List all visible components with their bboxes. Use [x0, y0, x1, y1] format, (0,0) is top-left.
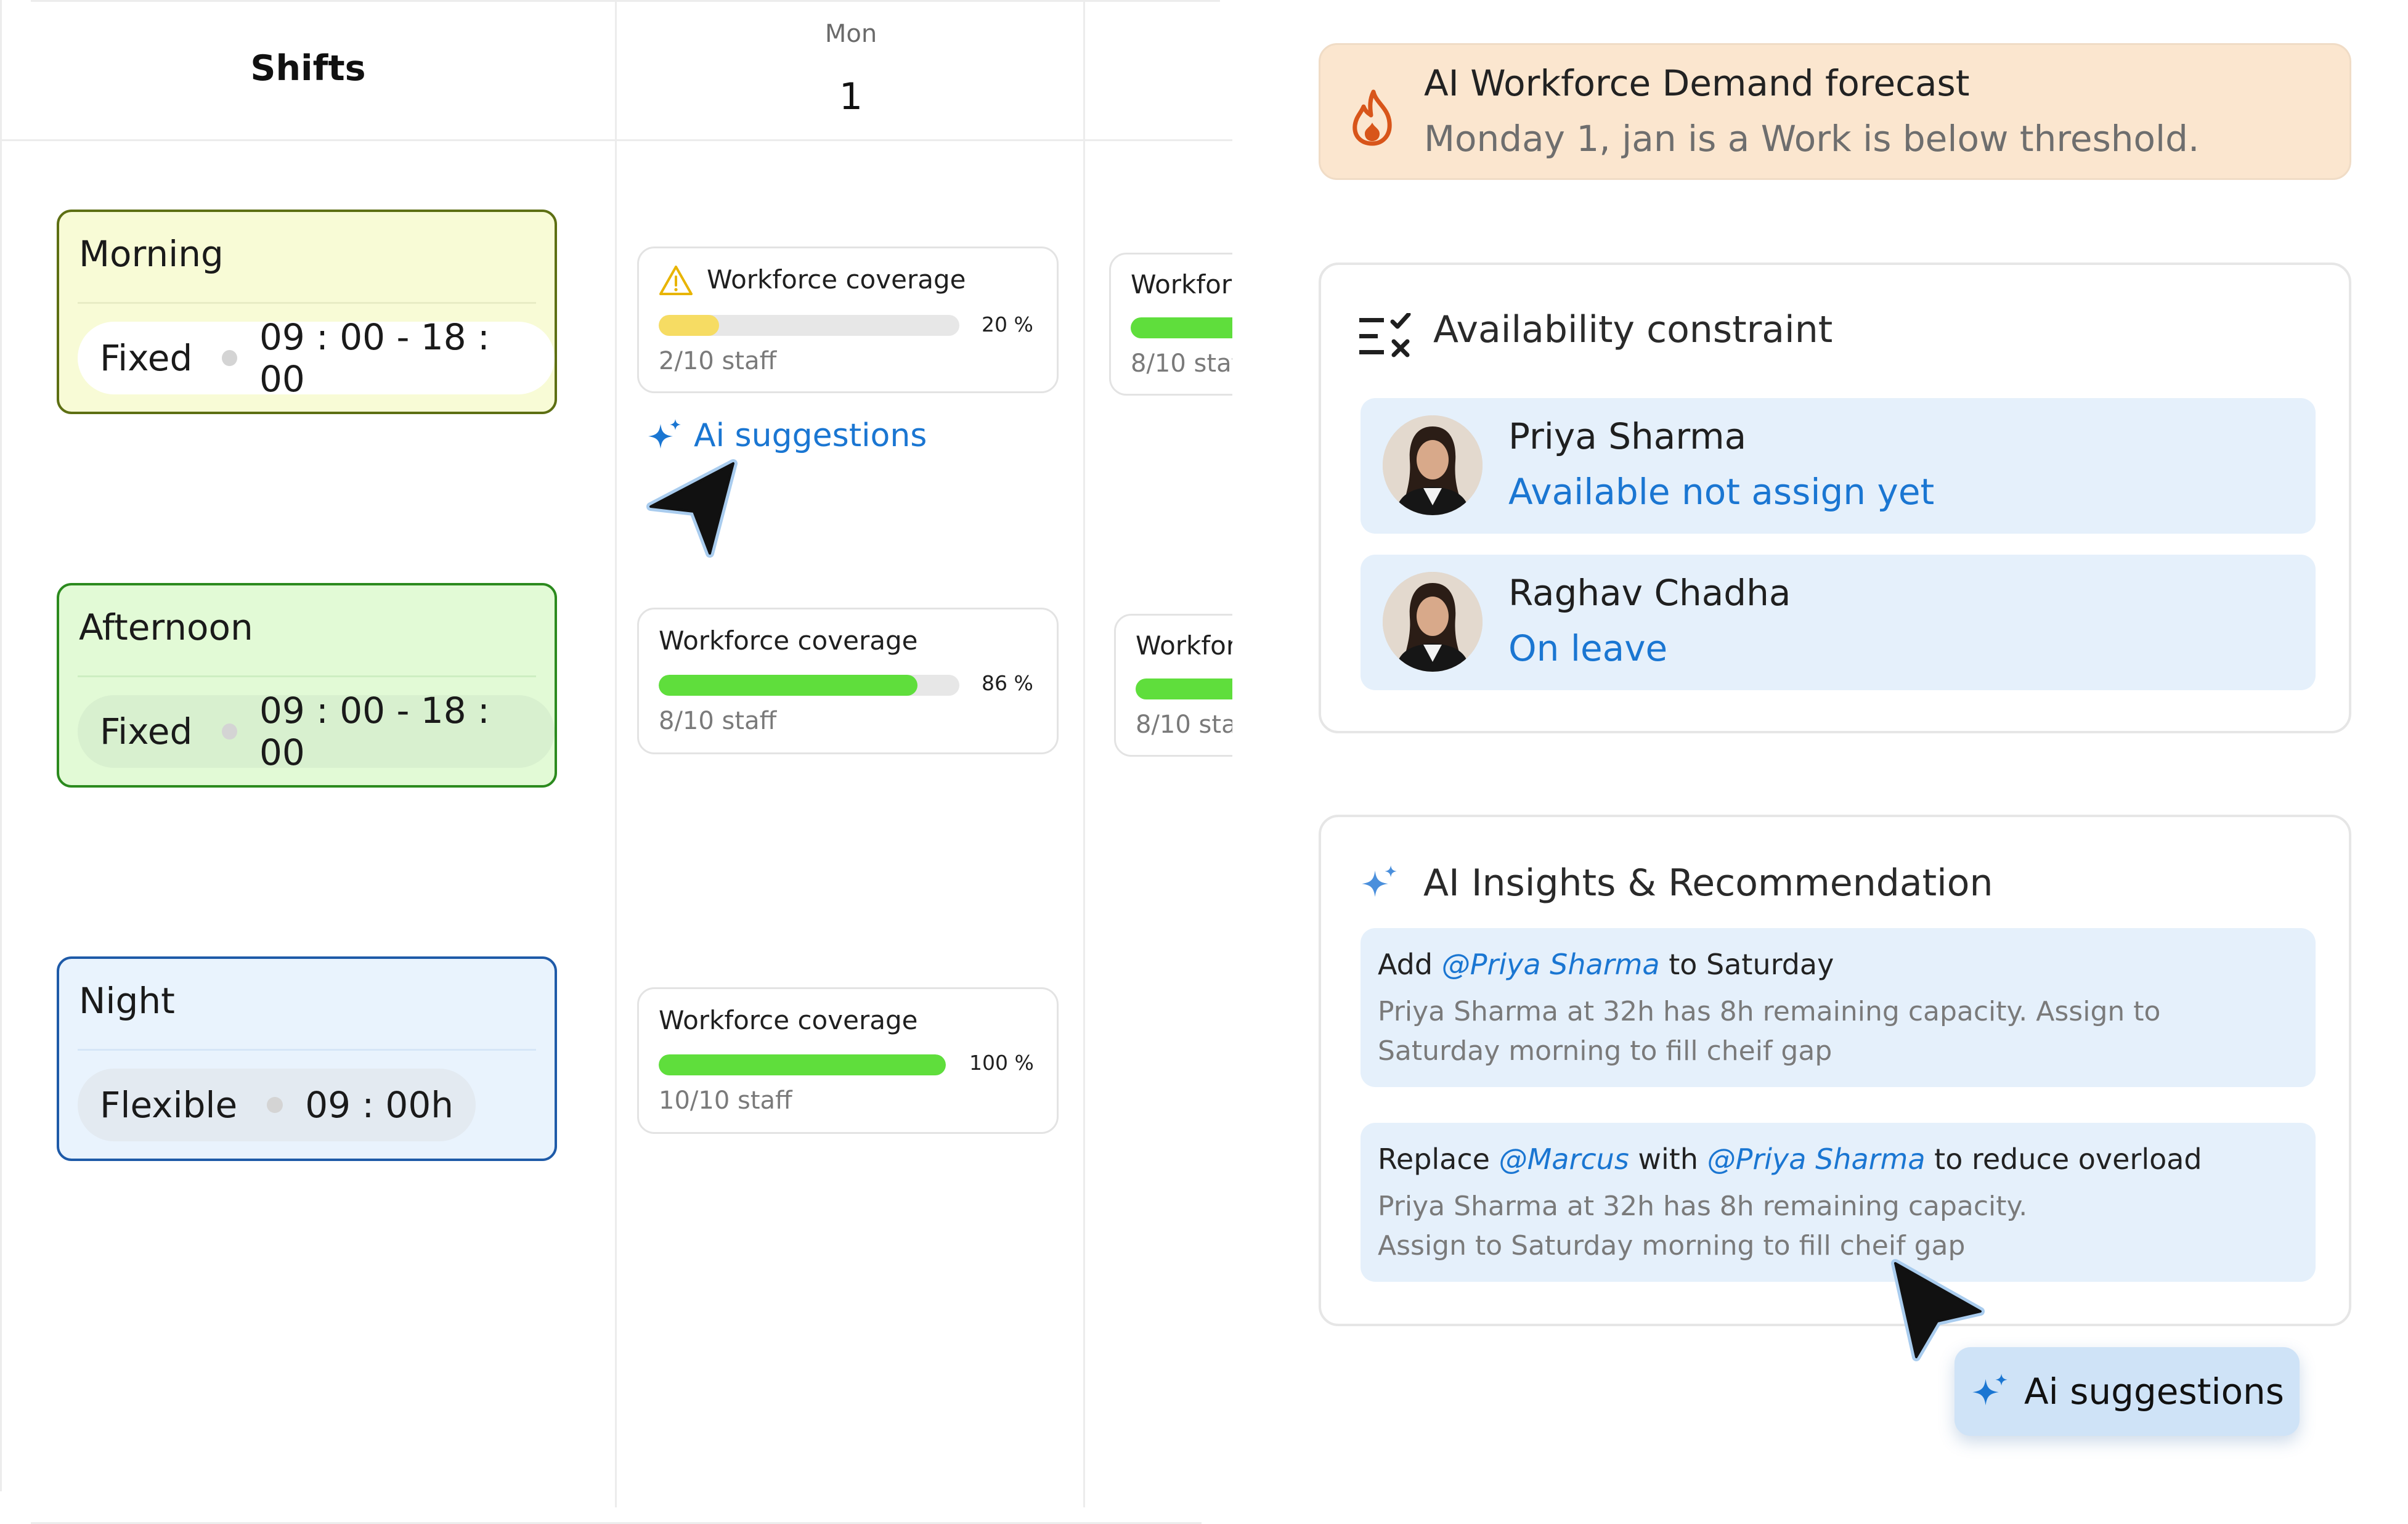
dot-separator [222, 723, 238, 740]
recommendation-body: Priya Sharma at 32h has 8h remaining cap… [1378, 996, 2161, 1067]
coverage-bar [659, 675, 959, 696]
coverage-bar [1131, 317, 1232, 338]
person-card[interactable]: Raghav Chadha On leave [1361, 555, 2316, 690]
dot-separator [267, 1097, 283, 1113]
shift-time-pill: Fixed 09 : 00 - 18 : 00 [78, 690, 555, 773]
coverage-title: Workforce coverage [707, 264, 966, 295]
shift-time: 09 : 00h [305, 1084, 454, 1126]
ai-suggestions-button-label: Ai suggestions [2024, 1371, 2285, 1412]
coverage-card-next-morning[interactable]: Workforce coverage 8/10 staff [1109, 253, 1232, 396]
coverage-percent: 20 % [982, 312, 1033, 336]
person-card[interactable]: Priya Sharma Available not assign yet [1361, 398, 2316, 534]
person-name: Raghav Chadha [1508, 572, 1791, 614]
sparkle-icon [1972, 1374, 2007, 1406]
shift-card-morning[interactable]: Morning Fixed 09 : 00 - 18 : 00 [57, 210, 557, 414]
coverage-title: Workforce coverage [659, 625, 918, 656]
person-status: Available not assign yet [1508, 471, 1935, 513]
forecast-message: Monday 1, jan is a Work is below thresho… [1424, 118, 2200, 160]
coverage-staff: 8/10 staff [659, 707, 777, 735]
sparkle-icon [1362, 865, 1397, 897]
rec-text: Add [1378, 948, 1442, 981]
coverage-fill [659, 675, 917, 696]
insights-panel: AI Insights & Recommendation Add @Priya … [1319, 815, 2351, 1326]
coverage-staff: 8/10 staff [1131, 349, 1232, 378]
rec-text: Replace [1378, 1143, 1499, 1176]
divider [78, 1049, 536, 1051]
fire-icon [1352, 89, 1392, 146]
coverage-fill [659, 315, 719, 336]
shift-time: 09 : 00 - 18 : 00 [259, 316, 490, 400]
coverage-staff: 10/10 staff [659, 1086, 792, 1115]
coverage-staff: 8/10 staff [1136, 711, 1232, 739]
avatar [1383, 572, 1483, 672]
grid-top-line [31, 0, 1220, 2]
shift-type: Flexible [100, 1084, 238, 1126]
coverage-percent: 100 % [969, 1051, 1034, 1075]
shift-name: Morning [79, 233, 224, 275]
next-day-clip: Workforce coverage 8/10 staff [1114, 608, 1232, 762]
shift-name: Night [79, 980, 175, 1022]
coverage-title: Workforce coverage [659, 1005, 918, 1035]
insights-title: AI Insights & Recommendation [1423, 862, 1993, 905]
grid-left-line [0, 0, 2, 1491]
shift-type: Fixed [100, 711, 193, 752]
shift-time-pill: Flexible 09 : 00h [78, 1069, 476, 1141]
shift-card-afternoon[interactable]: Afternoon Fixed 09 : 00 - 18 : 00 [57, 583, 557, 788]
person-status: On leave [1508, 627, 1668, 669]
coverage-title: Workforce coverage [1136, 630, 1232, 661]
coverage-card-night[interactable]: Workforce coverage 100 % 10/10 staff [637, 987, 1059, 1134]
grid-column-line [1083, 0, 1085, 1507]
recommendation-body: Priya Sharma at 32h has 8h remaining cap… [1378, 1191, 2028, 1261]
warning-icon [659, 266, 693, 295]
recommendation-headline: Replace @Marcus with @Priya Sharma to re… [1378, 1143, 2202, 1176]
divider [78, 302, 536, 304]
avatar [1383, 415, 1483, 515]
recommendation-headline: Add @Priya Sharma to Saturday [1378, 948, 1834, 981]
coverage-bar [1136, 678, 1232, 699]
coverage-fill [659, 1054, 946, 1075]
coverage-card-afternoon[interactable]: Workforce coverage 86 % 8/10 staff [637, 608, 1059, 754]
grid-column-line [615, 0, 617, 1507]
ai-suggestions-link[interactable]: Ai suggestions [646, 417, 927, 455]
shift-card-night[interactable]: Night Flexible 09 : 00h [57, 956, 557, 1161]
recommendation-card[interactable]: Add @Priya Sharma to Saturday Priya Shar… [1361, 928, 2316, 1087]
availability-title: Availability constraint [1433, 308, 1833, 351]
rec-text: to reduce overload [1925, 1143, 2202, 1176]
divider [78, 675, 536, 677]
dot-separator [222, 350, 238, 366]
coverage-staff: 2/10 staff [659, 347, 777, 375]
mention-link[interactable]: @Priya Sharma [1442, 948, 1660, 981]
sparkle-icon [648, 419, 681, 449]
shift-time-pill: Fixed 09 : 00 - 18 : 00 [78, 316, 555, 400]
schedule-grid: Shifts Mon 1 Morning Fixed 09 : 00 - 18 … [0, 0, 1232, 1524]
coverage-percent: 86 % [982, 671, 1033, 695]
availability-panel: Availability constraint Priya Sharma Ava… [1319, 263, 2351, 733]
shifts-header: Shifts [250, 48, 366, 89]
recommendation-card[interactable]: Replace @Marcus with @Priya Sharma to re… [1361, 1123, 2316, 1282]
shift-type: Fixed [100, 337, 193, 379]
ai-suggestions-button[interactable]: Ai suggestions [1954, 1347, 2300, 1436]
cursor-arrow-icon [646, 459, 738, 558]
shift-name: Afternoon [79, 606, 253, 648]
coverage-title: Workforce coverage [1131, 269, 1232, 300]
coverage-card-next-afternoon[interactable]: Workforce coverage 8/10 staff [1114, 614, 1232, 757]
mention-link[interactable]: @Priya Sharma [1707, 1143, 1926, 1176]
shift-time: 09 : 00 - 18 : 00 [259, 690, 490, 773]
forecast-title: AI Workforce Demand forecast [1424, 62, 1970, 104]
day-name: Mon [824, 20, 877, 48]
day-number: 1 [839, 75, 863, 118]
next-day-clip: Workforce coverage 8/10 staff [1109, 247, 1232, 401]
demand-forecast-alert[interactable]: AI Workforce Demand forecast Monday 1, j… [1319, 43, 2351, 180]
coverage-card-morning[interactable]: Workforce coverage 20 % 2/10 staff [637, 247, 1059, 393]
coverage-bar [659, 1054, 946, 1075]
rec-text: to Saturday [1659, 948, 1834, 981]
mention-link[interactable]: @Marcus [1499, 1143, 1629, 1176]
ai-suggestions-label: Ai suggestions [694, 417, 927, 454]
coverage-bar [659, 315, 959, 336]
rec-text: with [1629, 1143, 1707, 1176]
person-name: Priya Sharma [1508, 415, 1747, 457]
filter-x-icon [1359, 313, 1411, 357]
